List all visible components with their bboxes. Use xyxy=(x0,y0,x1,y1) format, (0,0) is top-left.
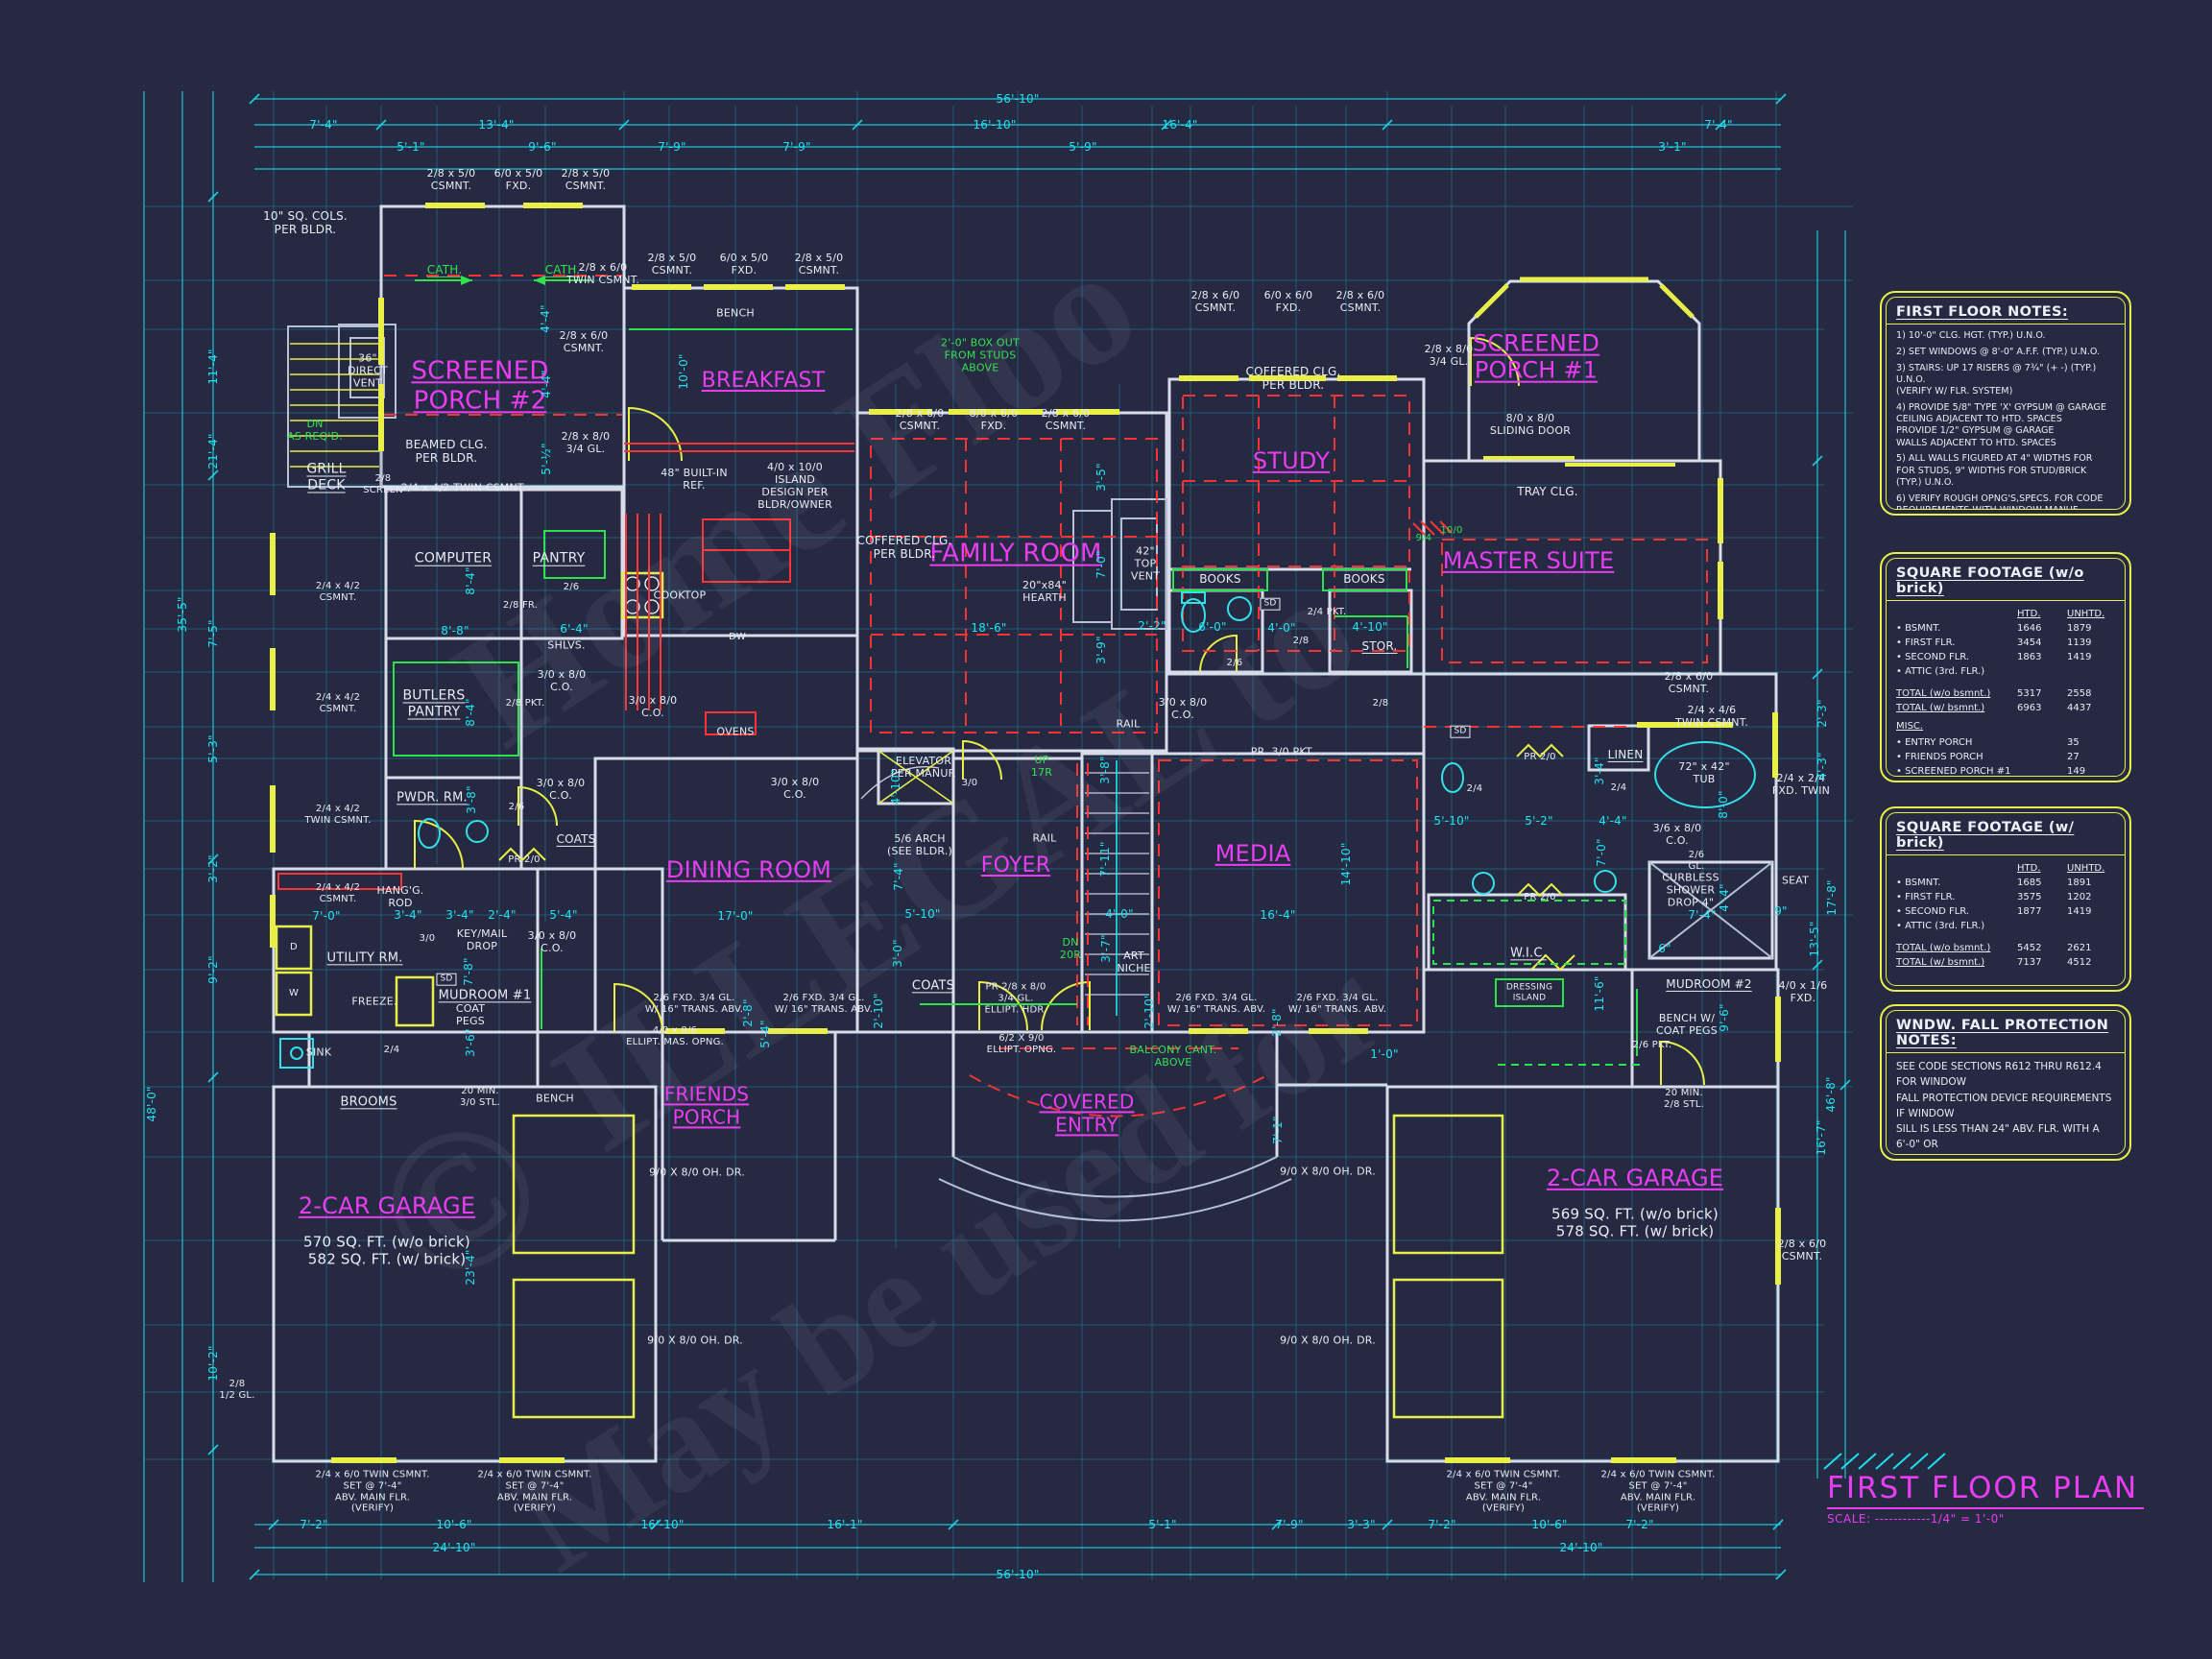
first-floor-notes-panel: FIRST FLOOR NOTES: 1) 10'-0" CLG. HGT. (… xyxy=(1880,291,2131,516)
sqft-wo-brick-panel: SQUARE FOOTAGE (w/o brick) HTD. UNHTD. •… xyxy=(1880,552,2131,782)
table-row: TOTAL (w/o bsmnt.)54522621 xyxy=(1896,941,2115,955)
sqft-w-brick-panel: SQUARE FOOTAGE (w/ brick) HTD. UNHTD. • … xyxy=(1880,806,2131,992)
table-row: • BSMNT.16461879 xyxy=(1896,621,2115,636)
note-item: 6) VERIFY ROUGH OPNG'S,SPECS. FOR CODE R… xyxy=(1896,493,2115,510)
sheet-title: FIRST FLOOR PLAN xyxy=(1827,1471,2144,1509)
window-fall-protection-panel: WNDW. FALL PROTECTION NOTES: SEE CODE SE… xyxy=(1880,1004,2131,1161)
table-row: • ENTRY PORCH35 xyxy=(1896,735,2115,750)
table-row: • ATTIC (3rd. FLR.) xyxy=(1896,919,2115,933)
notes-list: 1) 10'-0" CLG. HGT. (TYP.) U.N.O. 2) SET … xyxy=(1896,330,2115,510)
note-item: 2) SET WINDOWS @ 8'-0" A.F.F. (TYP.) U.N… xyxy=(1896,347,2115,358)
panel-rule xyxy=(1887,1052,2125,1053)
table-row: • ATTIC (3rd. FLR.) xyxy=(1896,664,2115,679)
panel-rule xyxy=(1887,854,2125,855)
table-row: • SECOND FLR.18631419 xyxy=(1896,650,2115,664)
sqft-header: HTD. UNHTD. xyxy=(1896,861,2115,876)
note-item: 5) ALL WALLS FIGURED AT 4" WIDTHS FOR FO… xyxy=(1896,453,2115,489)
panel-title: SQUARE FOOTAGE (w/ brick) xyxy=(1896,820,2115,851)
note-item: 4) PROVIDE 5/8" TYPE 'X' GYPSUM @ GARAGE… xyxy=(1896,402,2115,449)
table-row: TOTAL (w/ bsmnt.)71374512 xyxy=(1896,955,2115,970)
sqft-rows: • BSMNT.16851891• FIRST FLR.35751202• SE… xyxy=(1896,876,2115,933)
table-row: • BSMNT.16851891 xyxy=(1896,876,2115,890)
panel-title: FIRST FLOOR NOTES: xyxy=(1896,304,2115,320)
table-row: • FIRST FLR.35751202 xyxy=(1896,890,2115,904)
sheet-scale: SCALE: ------------1/4" = 1'-0" xyxy=(1827,1512,2144,1526)
table-row: TOTAL (w/o bsmnt.)53172558 xyxy=(1896,686,2115,701)
table-row: • FIRST FLR.34541139 xyxy=(1896,636,2115,650)
floor-plan-canvas: © Home Floo ILLEGAL to May be used for S… xyxy=(0,0,2212,1659)
sqft-totals: TOTAL (w/o bsmnt.)54522621TOTAL (w/ bsmn… xyxy=(1896,941,2115,970)
table-row: • SCREENED PORCH #1149 xyxy=(1896,764,2115,777)
table-row: • SECOND FLR.18771419 xyxy=(1896,904,2115,919)
panel-title: SQUARE FOOTAGE (w/o brick) xyxy=(1896,565,2115,596)
sqft-header: HTD. UNHTD. xyxy=(1896,607,2115,621)
window-notes-body: SEE CODE SECTIONS R612 THRU R612.4 FOR W… xyxy=(1896,1059,2115,1155)
table-row: TOTAL (w/ bsmnt.)69634437 xyxy=(1896,701,2115,715)
note-item: 3) STAIRS: UP 17 RISERS @ 7¾" (+ -) (TYP… xyxy=(1896,363,2115,398)
title-block: FIRST FLOOR PLAN SCALE: ------------1/4"… xyxy=(1827,1471,2144,1526)
misc-title: MISC. xyxy=(1896,721,2115,732)
panel-rule xyxy=(1887,324,2125,325)
note-item: 1) 10'-0" CLG. HGT. (TYP.) U.N.O. xyxy=(1896,330,2115,342)
sqft-totals: TOTAL (w/o bsmnt.)53172558TOTAL (w/ bsmn… xyxy=(1896,686,2115,715)
table-row: • FRIENDS PORCH27 xyxy=(1896,750,2115,764)
sqft-misc-rows: • ENTRY PORCH35• FRIENDS PORCH27• SCREEN… xyxy=(1896,735,2115,777)
sqft-rows: • BSMNT.16461879• FIRST FLR.34541139• SE… xyxy=(1896,621,2115,679)
panel-title: WNDW. FALL PROTECTION NOTES: xyxy=(1896,1018,2115,1048)
panel-rule xyxy=(1887,600,2125,601)
